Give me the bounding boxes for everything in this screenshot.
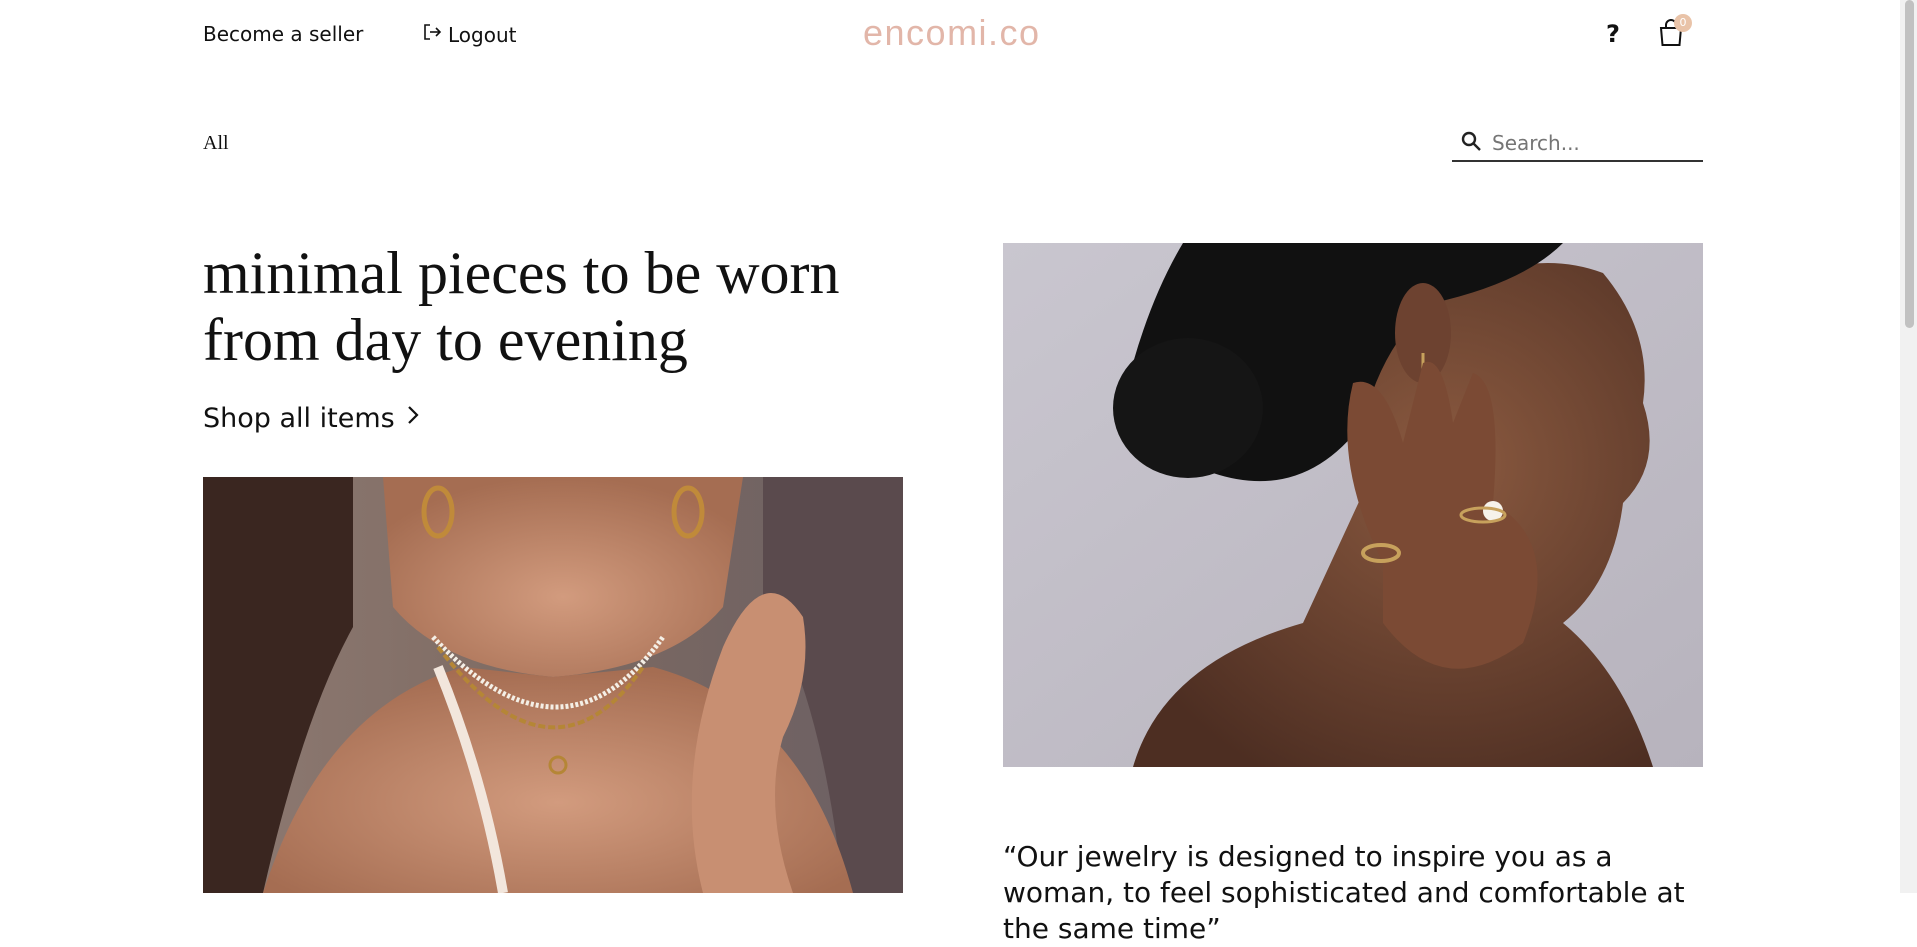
search-box[interactable]: [1452, 126, 1703, 162]
hero-title: minimal pieces to be worn from day to ev…: [203, 240, 840, 373]
logout-link[interactable]: Logout: [422, 22, 516, 47]
become-seller-link[interactable]: Become a seller: [203, 22, 363, 46]
category-filter-all[interactable]: All: [203, 132, 229, 155]
search-icon: [1452, 130, 1490, 156]
shopping-bag-icon: [1657, 19, 1685, 52]
necklace-model-photo[interactable]: [203, 477, 903, 893]
shop-all-link[interactable]: Shop all items: [203, 403, 423, 434]
brand-quote: “Our jewelry is designed to inspire you …: [1003, 840, 1685, 945]
scrollbar[interactable]: [1900, 0, 1917, 893]
cart-button[interactable]: 0: [1657, 14, 1692, 48]
rings-earrings-model-photo[interactable]: [1003, 243, 1703, 767]
cart-count-badge: 0: [1674, 14, 1692, 32]
search-input[interactable]: [1490, 130, 1690, 156]
site-logo[interactable]: encomi.co: [863, 12, 1041, 54]
shop-all-label: Shop all items: [203, 403, 395, 434]
logout-icon: [422, 22, 442, 47]
chevron-right-icon: [403, 403, 423, 434]
site-header: Become a seller Logout encomi.co ? 0: [0, 0, 1900, 70]
help-button[interactable]: ?: [1606, 20, 1620, 48]
logout-label: Logout: [448, 22, 517, 47]
scrollbar-thumb[interactable]: [1905, 0, 1914, 328]
